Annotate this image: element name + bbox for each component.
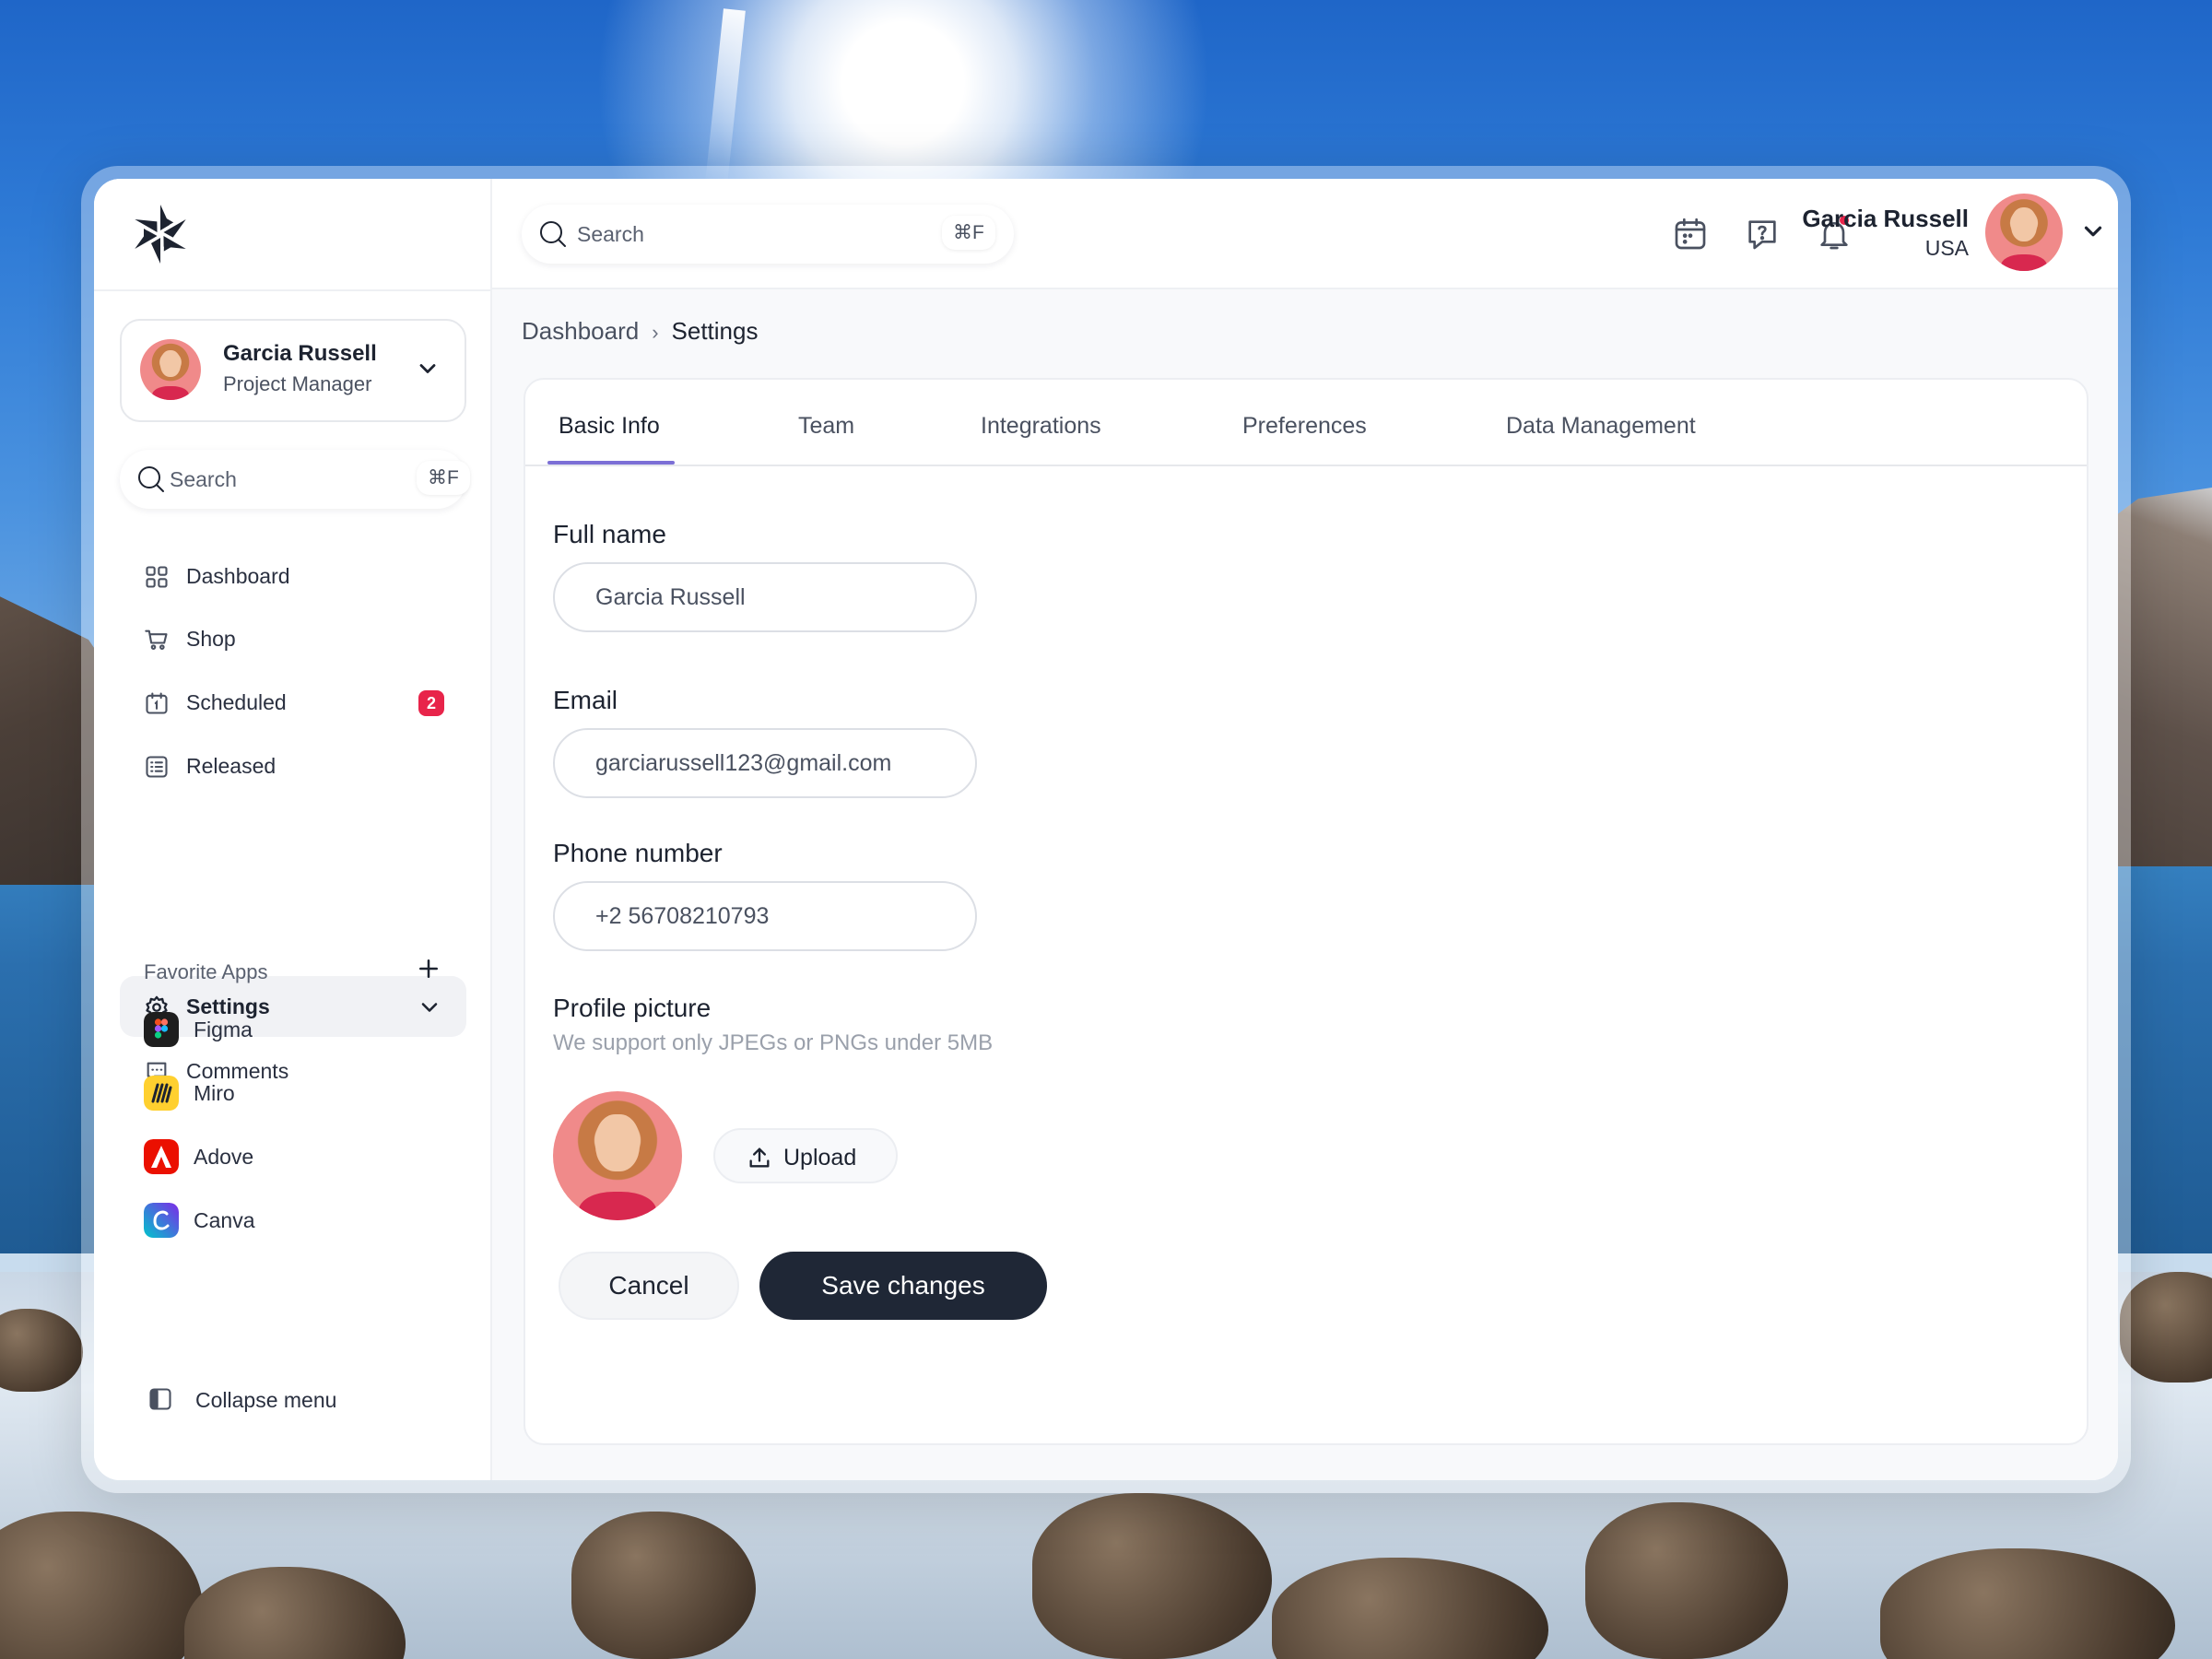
search-placeholder: Search <box>170 467 237 491</box>
favorite-app-label: Adove <box>194 1145 254 1169</box>
grid-icon <box>146 566 168 588</box>
profile-role: Project Manager <box>223 372 372 395</box>
breadcrumb: Dashboard › Settings <box>522 317 758 354</box>
search-icon <box>540 221 566 247</box>
sidebar-item-scheduled[interactable]: Scheduled 2 <box>120 672 466 733</box>
chevron-down-icon <box>419 364 436 373</box>
profile-switcher[interactable]: Garcia Russell Project Manager <box>120 319 466 422</box>
favorite-apps-heading: Favorite Apps <box>144 960 268 983</box>
collapse-menu-button[interactable]: Collapse menu <box>144 1379 420 1419</box>
cancel-button[interactable]: Cancel <box>559 1252 739 1320</box>
sidebar-search-input[interactable]: Search ⌘F <box>120 450 470 509</box>
sidebar-item-label: Dashboard <box>186 564 290 588</box>
sidebar-item-dashboard[interactable]: Dashboard <box>120 546 466 606</box>
profile-picture-preview <box>553 1091 682 1220</box>
favorite-app-label: Canva <box>194 1208 255 1232</box>
upload-label: Upload <box>783 1145 857 1171</box>
favorite-app-adove[interactable]: Adove <box>144 1134 457 1182</box>
list-icon <box>146 756 168 778</box>
upload-button[interactable]: Upload <box>713 1128 898 1183</box>
tab-team[interactable]: Team <box>798 413 854 440</box>
sidebar-header-divider <box>94 289 492 291</box>
sidebar-collapse-icon <box>149 1388 171 1410</box>
search-placeholder: Search <box>577 222 644 246</box>
rock <box>2120 1272 2212 1382</box>
upload-icon <box>749 1147 770 1168</box>
search-shortcut: ⌘F <box>942 216 995 250</box>
search-shortcut: ⌘F <box>417 461 470 495</box>
tab-preferences[interactable]: Preferences <box>1242 413 1367 440</box>
profile-picture-help: We support only JPEGs or PNGs under 5MB <box>553 1030 994 1055</box>
breadcrumb-settings: Settings <box>671 317 759 345</box>
main-content: Dashboard › Settings Basic Info Team Integ… <box>492 289 2118 1480</box>
sidebar-item-label: Released <box>186 754 276 778</box>
settings-tabs: Basic Info Team Integrations Preferences… <box>525 380 2087 466</box>
profile-name: Garcia Russell <box>223 341 377 366</box>
full-name-field[interactable]: Garcia Russell <box>553 562 977 632</box>
user-name: Garcia Russell <box>1802 205 1969 232</box>
plus-icon[interactable] <box>415 955 442 982</box>
app-window: Garcia Russell Project Manager Search ⌘F… <box>94 179 2118 1480</box>
collapse-menu-label: Collapse menu <box>195 1388 337 1412</box>
topbar: Search ⌘F Garcia Russell USA <box>492 179 2118 289</box>
tab-data-management[interactable]: Data Management <box>1506 413 1696 440</box>
active-tab-indicator <box>547 461 675 465</box>
favorite-app-miro[interactable]: Miro <box>144 1070 457 1118</box>
phone-label: Phone number <box>553 839 723 867</box>
adobe-icon <box>144 1139 179 1174</box>
logo-icon <box>135 205 186 264</box>
sidebar-item-shop[interactable]: Shop <box>120 608 466 669</box>
miro-icon <box>144 1076 179 1111</box>
breadcrumb-dashboard[interactable]: Dashboard <box>522 317 639 345</box>
sidebar-item-label: Scheduled <box>186 690 287 714</box>
count-badge: 2 <box>418 690 444 716</box>
canva-icon <box>144 1203 179 1238</box>
avatar <box>140 339 201 400</box>
figma-icon <box>144 1012 179 1047</box>
save-changes-button[interactable]: Save changes <box>759 1252 1047 1320</box>
tab-basic-info[interactable]: Basic Info <box>559 413 660 440</box>
sidebar-item-label: Shop <box>186 627 236 651</box>
email-label: Email <box>553 686 618 714</box>
phone-field[interactable]: +2 56708210793 <box>553 881 977 951</box>
settings-card: Basic Info Team Integrations Preferences… <box>524 378 2088 1445</box>
calendar-icon <box>146 692 168 714</box>
sidebar-item-released[interactable]: Released <box>120 735 466 796</box>
sidebar: Garcia Russell Project Manager Search ⌘F… <box>94 179 492 1480</box>
chevron-down-icon[interactable] <box>2079 218 2107 245</box>
avatar[interactable] <box>1985 194 2063 271</box>
user-country: USA <box>1924 236 1969 260</box>
email-field[interactable]: garciarussell123@gmail.com <box>553 728 977 798</box>
global-search-input[interactable]: Search ⌘F <box>522 205 1014 264</box>
profile-picture-label: Profile picture <box>553 994 712 1022</box>
cart-icon <box>145 629 168 650</box>
favorite-app-label: Miro <box>194 1081 235 1105</box>
breadcrumb-separator-icon: › <box>652 321 659 344</box>
full-name-label: Full name <box>553 520 666 548</box>
calendar-icon[interactable] <box>1672 216 1709 253</box>
search-icon <box>138 466 164 492</box>
favorite-app-canva[interactable]: Canva <box>144 1197 457 1245</box>
favorite-app-figma[interactable]: Figma <box>144 1006 457 1054</box>
tab-integrations[interactable]: Integrations <box>981 413 1101 440</box>
favorite-app-label: Figma <box>194 1018 253 1041</box>
